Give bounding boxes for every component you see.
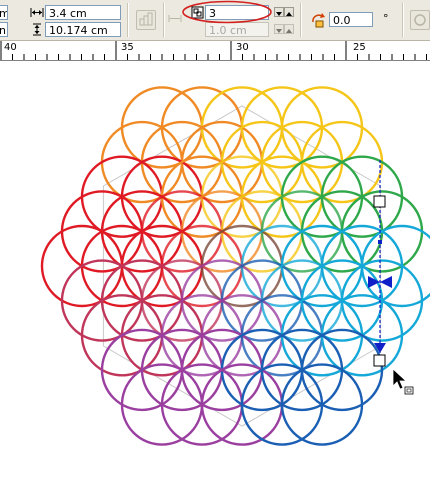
loop-blend-button[interactable]: [410, 10, 430, 30]
degree-unit-label: °: [383, 12, 389, 25]
height-arrows-icon: [33, 23, 41, 36]
steps-increase-button[interactable]: [284, 7, 294, 17]
cursor-move-badge-icon: [404, 386, 414, 395]
object-width-field[interactable]: 3.4 cm: [45, 5, 121, 20]
chevron-up-icon: [286, 29, 292, 33]
object-height-field-partial[interactable]: n: [0, 22, 8, 37]
width-arrows-icon: [30, 8, 44, 17]
width-partial-value: m: [0, 7, 7, 19]
height-partial-value: n: [0, 24, 6, 36]
chevron-up-icon: [286, 12, 292, 16]
blend-spacing-value: 1.0 cm: [209, 24, 247, 37]
highlight-ellipse: [182, 0, 272, 24]
blend-end-handle[interactable]: [373, 354, 386, 367]
spacing-decrease-button[interactable]: [274, 24, 284, 34]
ruler-label-40: 40: [4, 42, 17, 53]
chevron-down-icon: [276, 29, 282, 33]
mouse-cursor-icon: [392, 368, 408, 390]
blend-preset-button[interactable]: [136, 10, 156, 30]
toolbar-separator: [127, 3, 129, 37]
blend-acceleration-handle-right[interactable]: [380, 276, 392, 288]
object-height-field[interactable]: 10.174 cm: [45, 22, 121, 37]
horizontal-ruler[interactable]: 40 35 30 25: [0, 41, 430, 61]
blend-spacing-icon: [168, 15, 182, 22]
blend-steps-icon: [139, 12, 153, 26]
property-bar: m n 3.4 cm 10.174 cm 3 1.0 cm: [0, 0, 430, 41]
blend-start-handle[interactable]: [373, 195, 386, 208]
steps-decrease-button[interactable]: [274, 7, 284, 17]
chevron-down-icon: [276, 12, 282, 16]
object-height-value: 10.174 cm: [49, 24, 108, 37]
object-width-value: 3.4 cm: [49, 7, 87, 20]
ruler-label-30: 30: [236, 42, 249, 53]
ruler-label-35: 35: [121, 42, 134, 53]
object-width-field-partial[interactable]: m: [0, 5, 8, 20]
artwork-circle: [360, 224, 430, 308]
spacing-increase-button[interactable]: [284, 24, 294, 34]
blend-midpoint-node[interactable]: [378, 240, 382, 244]
toolbar-separator: [300, 3, 302, 37]
ruler-label-25: 25: [353, 42, 366, 53]
blend-direction-field[interactable]: 0.0: [329, 12, 373, 27]
blend-direction-icon: [312, 13, 325, 28]
blend-direction-value: 0.0: [333, 14, 351, 27]
loop-icon: [414, 14, 426, 26]
flower-of-life-artwork[interactable]: [0, 61, 430, 487]
drawing-canvas[interactable]: [0, 61, 430, 487]
toolbar-separator: [163, 3, 165, 37]
toolbar-separator: [402, 3, 404, 37]
